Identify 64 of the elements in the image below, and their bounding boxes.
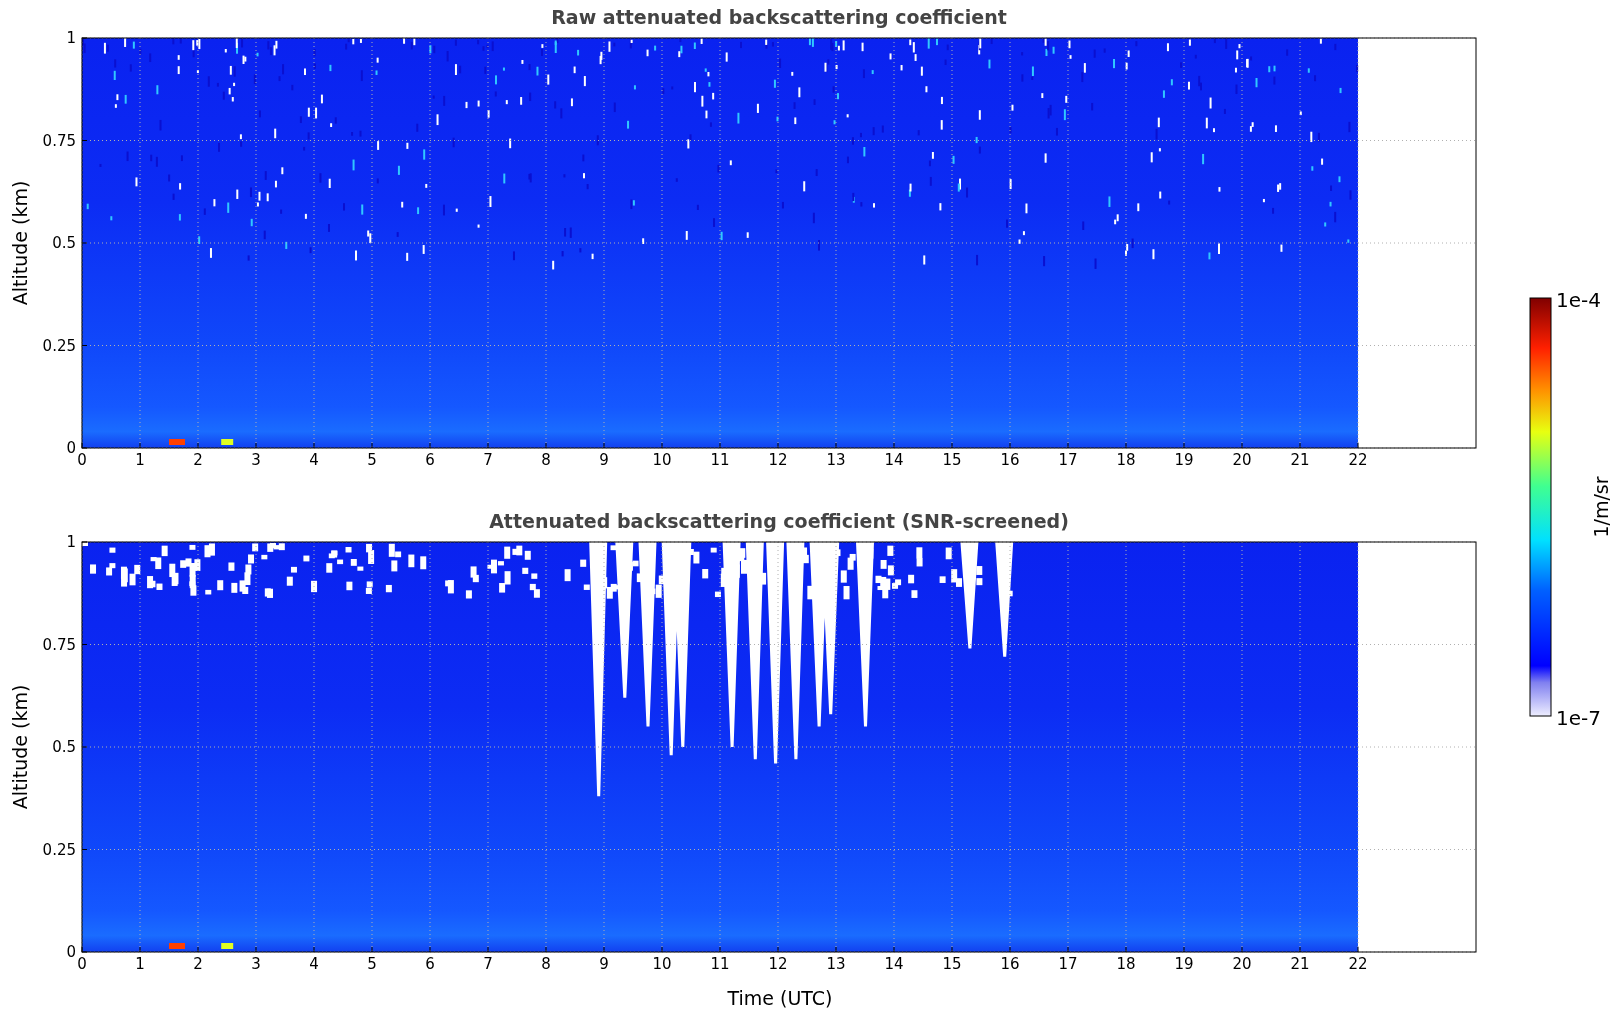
x-tick-label: 16 [1000, 955, 1020, 973]
x-tick-label: 0 [77, 451, 87, 469]
x-tick-label: 6 [425, 955, 435, 973]
y-axis-label: Altitude (km) [9, 180, 31, 306]
x-tick-label: 10 [652, 955, 672, 973]
x-tick-label: 3 [251, 451, 261, 469]
y-tick-label: 0.25 [42, 840, 76, 859]
x-tick-label: 11 [710, 955, 730, 973]
x-tick-label: 5 [367, 451, 377, 469]
x-tick-label: 18 [1116, 955, 1136, 973]
y-tick-label: 0.25 [42, 336, 76, 355]
x-tick-label: 8 [541, 451, 551, 469]
x-tick-label: 10 [652, 451, 672, 469]
y-tick-label: 0.75 [42, 131, 76, 150]
x-tick-label: 8 [541, 955, 551, 973]
x-tick-label: 2 [193, 451, 203, 469]
x-tick-label: 20 [1232, 955, 1252, 973]
x-tick-label: 2 [193, 955, 203, 973]
panel-title: Attenuated backscattering coefficient (SNR-screened) [489, 510, 1069, 532]
x-tick-label: 15 [942, 451, 962, 469]
x-tick-label: 12 [768, 955, 788, 973]
y-tick-label: 1 [66, 533, 76, 551]
colorbar-min-label: 1e-7 [1556, 706, 1601, 730]
x-tick-label: 12 [768, 451, 788, 469]
x-tick-label: 11 [710, 451, 730, 469]
y-tick-label: 0.5 [52, 738, 76, 756]
panel-title: Raw attenuated backscattering coefficient [551, 6, 1007, 28]
x-tick-label: 7 [483, 451, 493, 469]
x-tick-label: 13 [826, 955, 846, 973]
x-tick-label: 18 [1116, 451, 1136, 469]
x-tick-label: 5 [367, 955, 377, 973]
x-tick-label: 19 [1174, 451, 1194, 469]
x-tick-label: 4 [309, 955, 319, 973]
x-tick-label: 21 [1290, 955, 1310, 973]
x-tick-label: 20 [1232, 451, 1252, 469]
y-tick-label: 0.5 [52, 234, 76, 252]
x-tick-label: 15 [942, 955, 962, 973]
x-tick-label: 21 [1290, 451, 1310, 469]
x-tick-label: 9 [599, 451, 609, 469]
x-tick-label: 6 [425, 451, 435, 469]
y-tick-label: 0 [66, 943, 76, 961]
x-tick-label: 4 [309, 451, 319, 469]
x-tick-label: 13 [826, 451, 846, 469]
y-axis-label: Altitude (km) [9, 684, 31, 810]
x-tick-label: 9 [599, 955, 609, 973]
x-tick-label: 7 [483, 955, 493, 973]
x-axis-label: Time (UTC) [727, 987, 833, 1009]
x-tick-label: 1 [135, 955, 145, 973]
x-tick-label: 14 [884, 955, 904, 973]
x-tick-label: 22 [1348, 451, 1368, 469]
x-tick-label: 0 [77, 955, 87, 973]
y-tick-label: 0.75 [42, 635, 76, 654]
x-tick-label: 17 [1058, 955, 1078, 973]
x-tick-label: 3 [251, 955, 261, 973]
x-tick-label: 19 [1174, 955, 1194, 973]
x-tick-label: 22 [1348, 955, 1368, 973]
x-tick-label: 17 [1058, 451, 1078, 469]
y-tick-label: 1 [66, 29, 76, 47]
colorbar-max-label: 1e-4 [1556, 288, 1601, 312]
x-tick-label: 1 [135, 451, 145, 469]
y-tick-label: 0 [66, 439, 76, 457]
colorbar-label: 1/m/sr [1590, 476, 1612, 538]
x-tick-label: 14 [884, 451, 904, 469]
x-tick-label: 16 [1000, 451, 1020, 469]
